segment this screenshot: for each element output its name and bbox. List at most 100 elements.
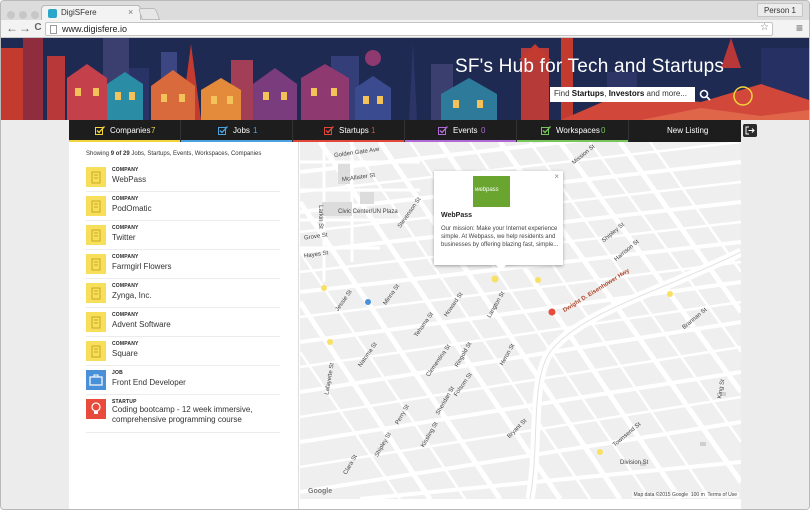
tab-workspaces[interactable]: Workspaces 0 bbox=[517, 120, 629, 142]
item-kind: COMPANY bbox=[112, 312, 139, 318]
profile-button[interactable]: Person 1 bbox=[756, 3, 803, 17]
google-logo: Google bbox=[308, 488, 333, 495]
tab-count: 1 bbox=[253, 126, 258, 135]
minimize-window-icon[interactable] bbox=[19, 11, 27, 19]
list-item[interactable]: COMPANY Square bbox=[86, 337, 280, 366]
reload-icon[interactable]: C bbox=[31, 21, 45, 35]
browser-menu-icon[interactable]: ≡ bbox=[796, 21, 803, 35]
page-icon bbox=[50, 25, 57, 34]
bookmark-star-icon[interactable]: ☆ bbox=[760, 22, 769, 33]
hero-banner: SF's Hub for Tech and Startups Find Star… bbox=[1, 38, 809, 120]
item-name[interactable]: Front End Developer bbox=[112, 378, 186, 387]
list-item[interactable]: COMPANY Advent Software bbox=[86, 308, 280, 337]
url-text[interactable]: www.digisfere.io bbox=[62, 24, 127, 34]
tab-startups[interactable]: Startups 1 bbox=[293, 120, 405, 142]
building-icon bbox=[86, 196, 106, 216]
building-icon bbox=[86, 283, 106, 303]
close-window-icon[interactable] bbox=[7, 11, 15, 19]
popup-title[interactable]: WebPass bbox=[441, 212, 472, 219]
check-square-icon bbox=[95, 126, 105, 135]
list-item[interactable]: COMPANY Zynga, Inc. bbox=[86, 279, 280, 308]
search-icon[interactable] bbox=[699, 89, 711, 101]
list-item[interactable]: JOB Front End Developer bbox=[86, 366, 280, 395]
tab-new-listing[interactable]: New Listing bbox=[629, 120, 741, 142]
tab-label: Jobs bbox=[233, 126, 250, 135]
city-skyline-illustration bbox=[1, 38, 809, 120]
tab-label: Startups bbox=[339, 126, 369, 135]
building-icon bbox=[86, 254, 106, 274]
main-content: Showing 9 of 29 Jobs, Startups, Events, … bbox=[69, 142, 741, 509]
logout-icon[interactable] bbox=[743, 124, 757, 137]
check-square-icon bbox=[438, 126, 448, 135]
tab-jobs[interactable]: Jobs 1 bbox=[181, 120, 293, 142]
results-summary: Showing 9 of 29 Jobs, Startups, Events, … bbox=[86, 151, 262, 157]
lightbulb-icon bbox=[86, 399, 106, 419]
item-kind: COMPANY bbox=[112, 225, 139, 231]
map-attribution: Map data ©2015 Google 100 m Terms of Use bbox=[631, 492, 739, 498]
category-nav: Companies 7 Jobs 1 Startups 1 Events 0 W… bbox=[69, 120, 741, 142]
street-label: Division St bbox=[620, 460, 649, 466]
list-item[interactable]: STARTUP Coding bootcamp - 12 week immers… bbox=[86, 395, 280, 433]
address-bar[interactable]: www.digisfere.io bbox=[45, 22, 773, 36]
browser-tab[interactable]: DigiSFere × bbox=[41, 5, 141, 21]
item-name[interactable]: PodOmatic bbox=[112, 204, 152, 213]
item-kind: COMPANY bbox=[112, 341, 139, 347]
check-square-icon bbox=[541, 126, 551, 135]
item-name[interactable]: Advent Software bbox=[112, 320, 171, 329]
tab-companies[interactable]: Companies 7 bbox=[69, 120, 181, 142]
new-tab-button[interactable] bbox=[137, 8, 161, 20]
check-square-icon bbox=[324, 126, 334, 135]
street-label: Larkin St bbox=[316, 205, 323, 229]
item-name[interactable]: Twitter bbox=[112, 233, 136, 242]
tab-label: Workspaces bbox=[556, 126, 600, 135]
list-item[interactable]: COMPANY Twitter bbox=[86, 221, 280, 250]
item-name[interactable]: Coding bootcamp - 12 week immersive, com… bbox=[112, 405, 278, 425]
item-name[interactable]: Zynga, Inc. bbox=[112, 291, 152, 300]
street-label: Civic Center/UN Plaza bbox=[338, 209, 398, 215]
building-icon bbox=[86, 167, 106, 187]
list-item[interactable]: COMPANY Farmgirl Flowers bbox=[86, 250, 280, 279]
close-icon[interactable]: × bbox=[554, 172, 559, 181]
tab-label: Companies bbox=[110, 126, 151, 135]
browser-toolbar: ← → C www.digisfere.io ☆ ≡ bbox=[1, 20, 809, 38]
item-kind: COMPANY bbox=[112, 283, 139, 289]
hero-title: SF's Hub for Tech and Startups bbox=[455, 56, 725, 77]
forward-icon[interactable]: → bbox=[18, 21, 32, 35]
item-kind: COMPANY bbox=[112, 196, 139, 202]
browser-window: DigiSFere × Person 1 ← → C www.digisfere… bbox=[0, 0, 810, 510]
building-icon bbox=[86, 312, 106, 332]
results-list-panel: Showing 9 of 29 Jobs, Startups, Events, … bbox=[69, 142, 299, 509]
tab-count: 0 bbox=[601, 126, 606, 135]
building-icon bbox=[86, 341, 106, 361]
tab-title: DigiSFere bbox=[61, 8, 97, 17]
item-name[interactable]: WebPass bbox=[112, 175, 146, 184]
maximize-window-icon[interactable] bbox=[31, 11, 39, 19]
list-item[interactable]: COMPANY PodOmatic bbox=[86, 192, 280, 221]
favicon-icon bbox=[48, 9, 57, 18]
tab-count: 7 bbox=[151, 126, 156, 135]
list-item[interactable]: COMPANY WebPass bbox=[86, 163, 280, 192]
hero-search-input[interactable]: Find Startups, Investors and more... bbox=[550, 87, 695, 102]
tab-count: 1 bbox=[371, 126, 376, 135]
terms-link[interactable]: Terms of Use bbox=[708, 492, 737, 498]
tab-label: Events bbox=[453, 126, 478, 135]
tab-close-icon[interactable]: × bbox=[128, 7, 133, 17]
popup-tail bbox=[496, 265, 506, 271]
check-square-icon bbox=[218, 126, 228, 135]
item-kind: COMPANY bbox=[112, 167, 139, 173]
search-placeholder: Find Startups, Investors and more... bbox=[554, 89, 687, 98]
item-kind: JOB bbox=[112, 370, 123, 376]
building-icon bbox=[86, 225, 106, 245]
map-view[interactable]: Golden Gate Ave McAllister St Civic Cent… bbox=[300, 142, 741, 499]
item-name[interactable]: Square bbox=[112, 349, 138, 358]
back-icon[interactable]: ← bbox=[5, 21, 19, 35]
item-kind: COMPANY bbox=[112, 254, 139, 260]
briefcase-icon bbox=[86, 370, 106, 390]
item-name[interactable]: Farmgirl Flowers bbox=[112, 262, 172, 271]
tab-events[interactable]: Events 0 bbox=[405, 120, 517, 142]
tab-label: New Listing bbox=[667, 126, 709, 135]
tab-bar: DigiSFere × Person 1 bbox=[1, 1, 809, 21]
popup-description: Our mission: Make your Internet experien… bbox=[441, 226, 559, 248]
page-viewport: SF's Hub for Tech and Startups Find Star… bbox=[1, 38, 809, 509]
company-logo: webpass bbox=[473, 176, 510, 207]
